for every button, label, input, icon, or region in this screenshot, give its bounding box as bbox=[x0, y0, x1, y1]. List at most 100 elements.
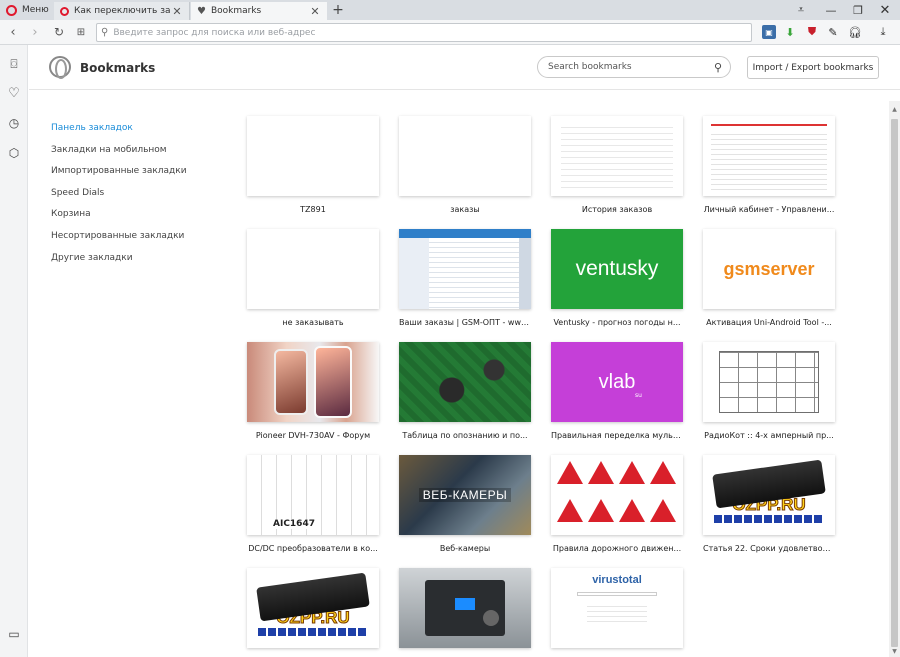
bookmark-card[interactable]: РадиоКот :: 4-х амперный пр... bbox=[703, 342, 835, 440]
folder-item[interactable]: Закладки на мобильном bbox=[51, 144, 187, 166]
bookmark-thumbnail[interactable] bbox=[703, 342, 835, 422]
tab-title: Как переключить заклад bbox=[74, 6, 171, 16]
forward-icon[interactable]: › bbox=[26, 23, 44, 41]
tab-howto[interactable]: Как переключить заклад ✕ bbox=[54, 2, 190, 20]
tab-menu-icon[interactable]: ⩡ bbox=[790, 0, 812, 20]
folder-item[interactable]: Панель закладок bbox=[51, 122, 187, 144]
bookmark-thumbnail[interactable]: virustotal bbox=[551, 568, 683, 648]
bookmark-card[interactable]: virustotal bbox=[551, 568, 683, 657]
page-title: Bookmarks bbox=[80, 61, 156, 75]
bookmark-search[interactable]: ⚲ bbox=[537, 56, 731, 78]
download-arrow-icon[interactable]: ⬇ bbox=[783, 25, 797, 39]
bookmark-card[interactable]: заказы bbox=[399, 116, 531, 214]
bookmark-title: Веб-камеры bbox=[439, 544, 491, 553]
bookmark-card[interactable]: OZPP.RU bbox=[247, 568, 379, 657]
heart-icon[interactable]: ♡ bbox=[6, 85, 22, 101]
bookmark-thumbnail[interactable]: vlab su bbox=[551, 342, 683, 422]
bookmark-card[interactable]: ВЕБ-КАМЕРЫ Веб-камеры bbox=[399, 455, 531, 553]
bookmark-card[interactable]: TZ891 bbox=[247, 116, 379, 214]
import-export-button[interactable]: Import / Export bookmarks bbox=[747, 56, 879, 79]
bookmark-thumbnail[interactable] bbox=[551, 116, 683, 196]
tab-title: Bookmarks bbox=[210, 6, 262, 16]
headphones-icon[interactable]: 🎧︎ bbox=[848, 25, 862, 39]
folder-item[interactable]: Speed Dials bbox=[51, 187, 187, 209]
bookmark-card[interactable]: gsmserver Активация Uni-Android Tool -... bbox=[703, 229, 835, 327]
adblock-shield-icon[interactable]: ⛊ bbox=[805, 25, 819, 39]
maximize-button[interactable]: ❐ bbox=[845, 0, 871, 20]
history-clock-icon[interactable]: ◷ bbox=[6, 115, 22, 131]
site-logo: ventusky bbox=[575, 257, 659, 280]
sidebar-toggle-icon[interactable]: ▭ bbox=[6, 626, 22, 642]
search-icon: ⚲ bbox=[101, 27, 109, 38]
bookmark-title: Таблица по опознанию и по... bbox=[402, 431, 528, 440]
menu-label: Меню bbox=[22, 5, 49, 15]
close-tab-icon[interactable]: ✕ bbox=[171, 5, 183, 18]
bookmark-card[interactable]: OZPP.RU Статья 22. Сроки удовлетвор... bbox=[703, 455, 835, 553]
folder-item[interactable]: Импортированные закладки bbox=[51, 165, 187, 187]
bookmark-title: Личный кабинет - Управлени... bbox=[703, 205, 835, 214]
bookmark-thumbnail[interactable]: ВЕБ-КАМЕРЫ bbox=[399, 455, 531, 535]
speed-dial-icon[interactable]: ⊞ bbox=[72, 23, 90, 41]
extensions-cube-icon[interactable]: ⬡ bbox=[6, 145, 22, 161]
bookmark-card[interactable]: vlab su Правильная переделка мульт... bbox=[551, 342, 683, 440]
search-icon: ⚲ bbox=[713, 60, 722, 74]
bookmark-thumbnail[interactable] bbox=[247, 342, 379, 422]
bookmark-card[interactable]: ventusky Ventusky - прогноз погоды н... bbox=[551, 229, 683, 327]
bookmark-thumbnail[interactable] bbox=[703, 116, 835, 196]
bookmark-title: Активация Uni-Android Tool -... bbox=[706, 318, 832, 327]
bookmark-thumbnail[interactable]: AIC1647 bbox=[247, 455, 379, 535]
bookmark-title: Правильная переделка мульт... bbox=[551, 431, 683, 440]
scroll-up-icon[interactable]: ▲ bbox=[889, 104, 900, 115]
bookmark-thumbnail[interactable]: OZPP.RU bbox=[703, 455, 835, 535]
bookmark-card[interactable]: Таблица по опознанию и по... bbox=[399, 342, 531, 440]
address-bar[interactable]: ⚲ bbox=[96, 23, 752, 42]
bookmark-card[interactable]: Ваши заказы | GSM-ОПТ - www... bbox=[399, 229, 531, 327]
folder-item[interactable]: Несортированные закладки bbox=[51, 230, 187, 252]
bookmark-title: История заказов bbox=[581, 205, 653, 214]
tab-strip: Меню Как переключить заклад ✕ ♥ Bookmark… bbox=[0, 0, 900, 20]
address-toolbar: ‹ › ↻ ⊞ ⚲ ▣ ⬇ ⛊ ✎ 🎧︎ ⤓ bbox=[0, 20, 900, 45]
reload-icon[interactable]: ↻ bbox=[50, 23, 68, 41]
scroll-thumb[interactable] bbox=[891, 119, 898, 647]
bookmark-thumbnail[interactable] bbox=[399, 568, 531, 648]
tab-bookmarks[interactable]: ♥ Bookmarks ✕ bbox=[191, 2, 327, 20]
folder-item[interactable]: Другие закладки bbox=[51, 252, 187, 274]
extension-icon-1[interactable]: ▣ bbox=[762, 25, 776, 39]
new-tab-button[interactable]: + bbox=[330, 1, 346, 19]
site-logo: gsmserver bbox=[723, 258, 815, 279]
bookmark-card[interactable]: История заказов bbox=[551, 116, 683, 214]
folder-list: Панель закладок Закладки на мобильном Импо… bbox=[51, 122, 187, 273]
camera-icon[interactable]: ⌼ bbox=[6, 56, 22, 72]
opera-favicon-icon bbox=[60, 6, 69, 16]
opera-menu-button[interactable]: Меню bbox=[0, 0, 52, 20]
edit-icon[interactable]: ✎ bbox=[826, 25, 840, 39]
bookmark-thumbnail[interactable] bbox=[399, 342, 531, 422]
bookmark-card[interactable]: Правила дорожного движен... bbox=[551, 455, 683, 553]
bookmark-thumbnail[interactable] bbox=[399, 116, 531, 196]
bookmark-card[interactable] bbox=[399, 568, 531, 657]
search-input[interactable] bbox=[548, 62, 714, 72]
bookmark-card[interactable]: не заказывать bbox=[247, 229, 379, 327]
scroll-down-icon[interactable]: ▼ bbox=[889, 646, 900, 657]
bookmark-thumbnail[interactable]: OZPP.RU bbox=[247, 568, 379, 648]
bookmark-thumbnail[interactable] bbox=[399, 229, 531, 309]
close-window-button[interactable]: ✕ bbox=[872, 0, 898, 20]
back-icon[interactable]: ‹ bbox=[4, 23, 22, 41]
bookmark-title: Ваши заказы | GSM-ОПТ - www... bbox=[399, 318, 531, 327]
folder-item[interactable]: Корзина bbox=[51, 208, 187, 230]
bookmark-thumbnail[interactable] bbox=[247, 229, 379, 309]
bookmark-card[interactable]: Личный кабинет - Управлени... bbox=[703, 116, 835, 214]
bookmark-card[interactable]: Pioneer DVH-730AV - Форум bbox=[247, 342, 379, 440]
bookmark-thumbnail[interactable] bbox=[551, 455, 683, 535]
scrollbar[interactable]: ▲ ▼ bbox=[889, 101, 900, 657]
bookmark-thumbnail[interactable] bbox=[247, 116, 379, 196]
opera-logo-icon bbox=[6, 4, 17, 16]
close-tab-icon[interactable]: ✕ bbox=[309, 5, 321, 18]
bookmark-title: не заказывать bbox=[282, 318, 344, 327]
address-input[interactable] bbox=[113, 27, 751, 38]
bookmark-thumbnail[interactable]: ventusky bbox=[551, 229, 683, 309]
downloads-icon[interactable]: ⤓ bbox=[876, 25, 890, 39]
bookmark-thumbnail[interactable]: gsmserver bbox=[703, 229, 835, 309]
minimize-button[interactable]: — bbox=[818, 0, 844, 20]
bookmark-card[interactable]: AIC1647 DC/DC преобразователи в ко... bbox=[247, 455, 379, 553]
